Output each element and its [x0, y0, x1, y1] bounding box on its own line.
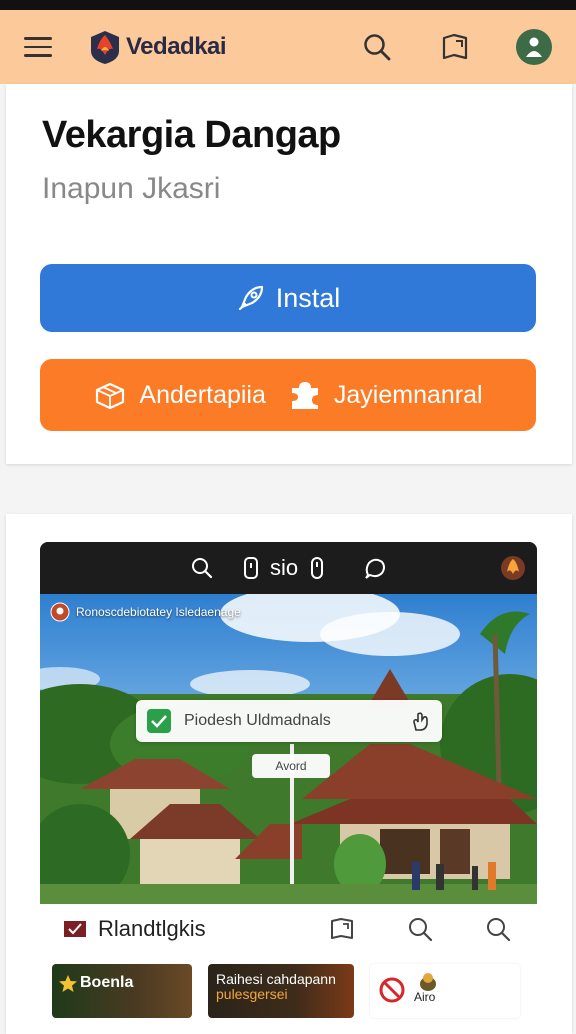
tile-card[interactable]: Airo [370, 964, 520, 1018]
brand-title: Vedadkai [126, 33, 227, 60]
book-icon[interactable] [329, 916, 355, 942]
toolbar-text: sio [270, 555, 299, 580]
search-button[interactable] [360, 30, 394, 64]
preview-card: sio Ronoscdebiotatey Isledaenage Piodesh… [6, 514, 572, 1034]
tab-label[interactable]: Rlandtlgkis [98, 916, 206, 942]
chat-icon[interactable] [362, 555, 388, 581]
action-left-label: Andertapiia [139, 380, 266, 409]
star-icon [59, 975, 77, 992]
book-marker-icon [64, 921, 86, 937]
mouse-icon[interactable] [308, 555, 326, 581]
book-button[interactable] [438, 30, 472, 64]
puzzle-icon [291, 382, 318, 409]
rocket-icon [238, 285, 263, 311]
overlay-pill-text: Piodesh Uldmadnals [184, 712, 331, 729]
tile-title: Airo [414, 990, 436, 1004]
search-icon[interactable] [485, 916, 511, 942]
hero-card: Vekargia Dangap Inapun Jkasri Instal And… [6, 84, 572, 464]
action-button[interactable]: Andertapiia Jayiemnanral [40, 359, 536, 431]
status-bar [0, 0, 576, 10]
tile-title-line: Raihesi cahdapann [216, 971, 336, 987]
device-icon[interactable] [242, 555, 260, 581]
menu-button[interactable] [24, 30, 58, 64]
no-entry-icon [379, 977, 405, 1003]
check-icon [147, 709, 171, 733]
preview-tabbar: Rlandtlgkis [40, 904, 537, 954]
book-icon [442, 33, 468, 60]
preview-screenshot[interactable]: sio Ronoscdebiotatey Isledaenage Piodesh… [40, 542, 537, 904]
brand-logo-icon [91, 31, 119, 64]
tile-row: Boenla Raihesi cahdapann pulesgersei Air… [52, 964, 520, 1018]
overlay-chip[interactable]: Avord [252, 754, 330, 778]
preview-caption-text: Ronoscdebiotatey Isledaenage [76, 605, 241, 619]
tile-title: Raihesi cahdapann pulesgersei [216, 972, 336, 1002]
user-avatar-icon [526, 37, 542, 57]
tile-card[interactable]: Boenla [52, 964, 192, 1018]
preview-toolbar: sio [40, 542, 537, 594]
channel-avatar-icon [50, 602, 70, 622]
user-avatar[interactable] [516, 29, 552, 65]
action-right-label: Jayiemnanral [333, 380, 483, 409]
search-icon [364, 34, 391, 61]
menu-icon-line [24, 54, 52, 57]
page-subtitle: Inapun Jkasri [42, 172, 221, 205]
search-icon[interactable] [407, 916, 433, 942]
install-label: Instal [275, 282, 341, 313]
app-bar: Vedadkai [0, 10, 576, 84]
tile-title-line: pulesgersei [216, 986, 288, 1002]
page-title: Vekargia Dangap [42, 114, 341, 156]
hand-icon[interactable] [410, 710, 432, 732]
tile-title: Boenla [80, 974, 134, 991]
overlay-pill[interactable]: Piodesh Uldmadnals [136, 700, 442, 742]
install-button[interactable]: Instal [40, 264, 536, 332]
tile-card[interactable]: Raihesi cahdapann pulesgersei [208, 964, 354, 1018]
menu-icon-line [24, 45, 52, 49]
menu-icon-line [24, 37, 52, 40]
brand-emblem-icon [501, 556, 525, 580]
package-icon [96, 382, 125, 410]
brand[interactable]: Vedadkai [88, 29, 227, 65]
search-icon[interactable] [190, 556, 214, 580]
preview-caption: Ronoscdebiotatey Isledaenage [50, 602, 241, 622]
village-photo [40, 594, 537, 904]
